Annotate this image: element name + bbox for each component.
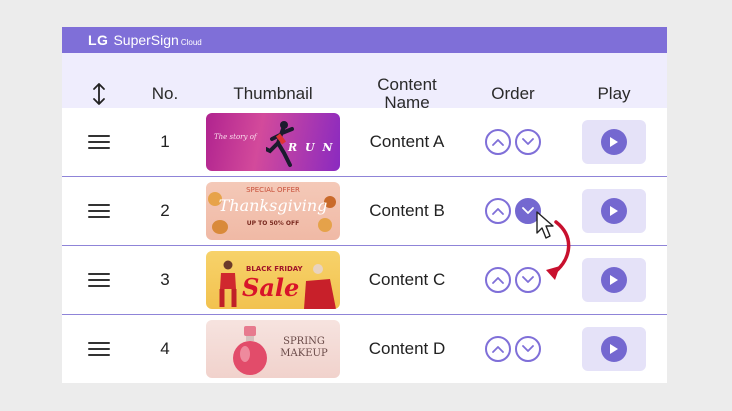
order-controls bbox=[478, 108, 548, 176]
chevron-down-icon bbox=[522, 276, 534, 283]
thumb-title: Thanksgiving bbox=[218, 196, 328, 215]
thumb-subtitle: UP TO 50% OFF bbox=[246, 220, 300, 227]
brand-bar: LG SuperSign Cloud bbox=[62, 27, 667, 53]
play-cell bbox=[582, 315, 646, 383]
runner-figure bbox=[264, 119, 294, 167]
drag-handle[interactable] bbox=[84, 315, 114, 383]
play-icon bbox=[601, 129, 627, 155]
move-down-button[interactable] bbox=[515, 129, 541, 155]
thumbnail-image: SPRING MAKEUP bbox=[206, 320, 340, 378]
sort-arrows-icon bbox=[93, 82, 105, 105]
thumbnail-cell: BLACK FRIDAY Sale bbox=[205, 246, 341, 314]
drag-handle-icon bbox=[88, 135, 110, 149]
drag-handle[interactable] bbox=[84, 246, 114, 314]
play-cell bbox=[582, 177, 646, 245]
thumb-tagline: SPECIAL OFFER bbox=[246, 186, 300, 194]
thumb-tagline: SPRING bbox=[283, 336, 325, 347]
play-cell bbox=[582, 246, 646, 314]
play-button[interactable] bbox=[582, 327, 646, 371]
chevron-up-icon bbox=[492, 346, 504, 353]
thumbnail-image: The story of R U N bbox=[206, 113, 340, 171]
play-button[interactable] bbox=[582, 189, 646, 233]
row-number: 2 bbox=[160, 201, 170, 220]
play-icon bbox=[601, 198, 627, 224]
chevron-up-icon bbox=[492, 277, 504, 284]
thumb-tagline: The story of bbox=[214, 133, 257, 141]
drag-handle[interactable] bbox=[84, 108, 114, 176]
drag-handle-icon bbox=[88, 342, 110, 356]
thumb-title: R U N bbox=[288, 141, 335, 154]
order-controls bbox=[478, 177, 548, 245]
chevron-down-icon bbox=[522, 138, 534, 145]
order-controls bbox=[478, 246, 548, 314]
table-row: 4 SPRING MAKEUP Content D bbox=[62, 315, 667, 383]
row-number: 1 bbox=[160, 132, 170, 151]
table-row: 3 BLACK FRIDAY Sale Content C bbox=[62, 246, 667, 316]
move-down-button[interactable] bbox=[515, 198, 541, 224]
drag-handle-icon bbox=[88, 204, 110, 218]
row-number: 4 bbox=[160, 339, 170, 358]
chevron-down-icon bbox=[522, 345, 534, 352]
drag-handle-icon bbox=[88, 273, 110, 287]
table-row: 2 SPECIAL OFFER Thanksgiving UP TO 50% O… bbox=[62, 177, 667, 247]
play-button[interactable] bbox=[582, 258, 646, 302]
content-order-panel: LG SuperSign Cloud No. Thumbnail Content… bbox=[62, 27, 667, 383]
order-controls bbox=[478, 315, 548, 383]
chevron-up-icon bbox=[492, 208, 504, 215]
play-cell bbox=[582, 108, 646, 176]
chevron-down-icon bbox=[522, 207, 534, 214]
move-up-button[interactable] bbox=[485, 336, 511, 362]
brand-suffix-text: Cloud bbox=[180, 38, 202, 47]
play-button[interactable] bbox=[582, 120, 646, 164]
move-down-button[interactable] bbox=[515, 267, 541, 293]
play-icon bbox=[601, 336, 627, 362]
thumb-title: MAKEUP bbox=[280, 348, 328, 359]
thumbnail-image: BLACK FRIDAY Sale bbox=[206, 251, 340, 309]
play-icon bbox=[601, 267, 627, 293]
drag-handle[interactable] bbox=[84, 177, 114, 245]
brand-name-text: SuperSign bbox=[113, 32, 179, 48]
perfume-bottle bbox=[230, 324, 270, 378]
thumbnail-cell: SPECIAL OFFER Thanksgiving UP TO 50% OFF bbox=[205, 177, 341, 245]
move-up-button[interactable] bbox=[485, 129, 511, 155]
thumbnail-image: SPECIAL OFFER Thanksgiving UP TO 50% OFF bbox=[206, 182, 340, 240]
thumb-tagline: BLACK FRIDAY bbox=[246, 265, 303, 273]
table-row: 1 The story of R U N Content A bbox=[62, 108, 667, 178]
move-down-button[interactable] bbox=[515, 336, 541, 362]
thumb-title: Sale bbox=[242, 273, 300, 302]
thumbnail-cell: SPRING MAKEUP bbox=[205, 315, 341, 383]
brand-lg-text: LG bbox=[88, 32, 109, 48]
model-figure-right bbox=[302, 261, 338, 309]
content-name: Content C bbox=[368, 270, 446, 289]
thumbnail-cell: The story of R U N bbox=[205, 108, 341, 176]
move-up-button[interactable] bbox=[485, 198, 511, 224]
brand-logo: LG SuperSign Cloud bbox=[88, 32, 202, 48]
move-up-button[interactable] bbox=[485, 267, 511, 293]
chevron-up-icon bbox=[492, 139, 504, 146]
row-number: 3 bbox=[160, 270, 170, 289]
model-figure-left bbox=[216, 259, 240, 309]
content-name: Content D bbox=[368, 339, 446, 358]
content-name: Content A bbox=[369, 132, 445, 151]
content-name: Content B bbox=[369, 201, 445, 220]
